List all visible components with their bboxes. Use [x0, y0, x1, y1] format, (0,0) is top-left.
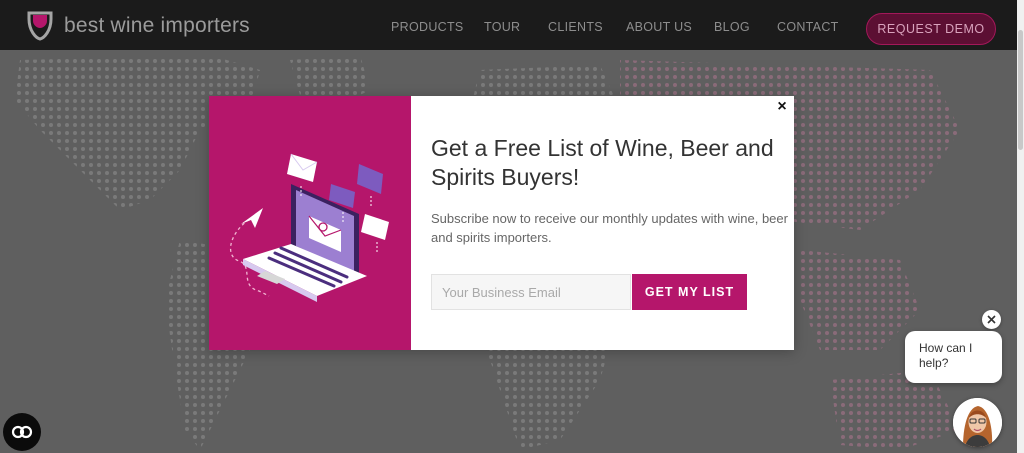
laptop-email-illustration [230, 153, 389, 302]
accessibility-button[interactable] [3, 413, 41, 451]
popup-illustration-panel [209, 96, 411, 350]
agent-avatar-icon [953, 398, 1002, 447]
get-my-list-button[interactable]: GET MY LIST [632, 274, 747, 310]
wine-glass-logo-icon [27, 11, 53, 41]
request-demo-button[interactable]: REQUEST DEMO [866, 13, 996, 45]
chat-avatar-button[interactable] [953, 398, 1002, 447]
close-icon[interactable]: × [775, 99, 789, 115]
nav-about-us[interactable]: ABOUT US [626, 20, 692, 34]
popup-subtitle: Subscribe now to receive our monthly upd… [431, 211, 788, 245]
brand-name: best wine importers [64, 14, 250, 37]
accessibility-icon [11, 425, 33, 439]
chat-message-text: How can I help? [919, 341, 973, 370]
nav-products[interactable]: PRODUCTS [391, 20, 464, 34]
nav-clients[interactable]: CLIENTS [548, 20, 603, 34]
nav-blog[interactable]: BLOG [714, 20, 750, 34]
popup-title: Get a Free List of Wine, Beer and Spirit… [431, 135, 774, 190]
scrollbar-thumb[interactable] [1018, 30, 1023, 150]
nav-tour[interactable]: TOUR [484, 20, 520, 34]
business-email-input[interactable] [431, 274, 631, 310]
close-icon [987, 315, 996, 324]
popup-content: × Get a Free List of Wine, Beer and Spir… [411, 96, 794, 350]
page-scrollbar[interactable] [1017, 0, 1024, 453]
site-header: best wine importers PRODUCTS TOUR CLIENT… [0, 0, 1017, 50]
nav-contact[interactable]: CONTACT [777, 20, 839, 34]
chat-close-button[interactable] [982, 310, 1001, 329]
brand-logo[interactable]: best wine importers [26, 11, 250, 41]
chat-message-bubble[interactable]: How can I help? [905, 331, 1002, 383]
subscribe-popup: × Get a Free List of Wine, Beer and Spir… [209, 96, 794, 350]
